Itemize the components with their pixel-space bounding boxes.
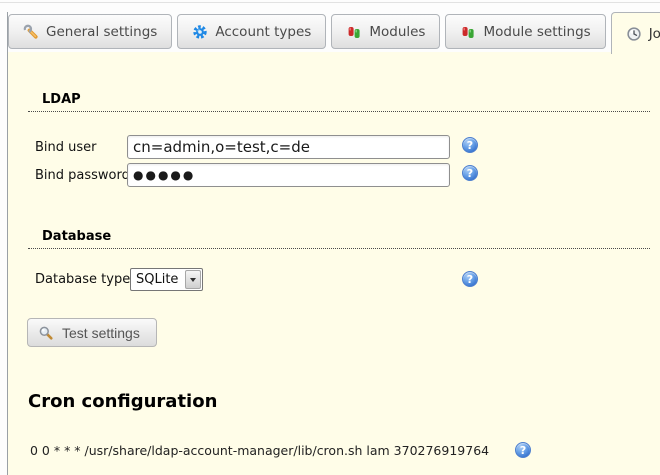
clock-icon xyxy=(626,26,642,42)
database-type-select[interactable]: SQLite xyxy=(130,268,203,291)
tab-account-types[interactable]: Account types xyxy=(177,14,326,49)
tab-label: Module settings xyxy=(483,24,590,40)
tab-label: Modules xyxy=(369,24,425,40)
button-label: Test settings xyxy=(62,325,140,341)
jobs-tab-panel: LDAP Bind user ? Bind password ? Databas… xyxy=(8,52,660,475)
bind-user-help-icon[interactable]: ? xyxy=(462,137,478,153)
test-settings-button[interactable]: Test settings xyxy=(27,318,157,347)
tab-modules[interactable]: Modules xyxy=(331,14,440,49)
cron-entry-row: 0 0 * * * /usr/share/ldap-account-manage… xyxy=(30,442,531,458)
bind-user-label: Bind user xyxy=(35,140,97,156)
help-glyph: ? xyxy=(467,167,473,180)
bind-password-label: Bind password xyxy=(35,168,130,184)
module-settings-icon xyxy=(460,24,476,40)
cron-entry-text: 0 0 * * * /usr/share/ldap-account-manage… xyxy=(30,443,489,458)
cron-configuration-heading: Cron configuration xyxy=(28,391,217,412)
help-glyph: ? xyxy=(467,273,473,286)
database-type-selected-value: SQLite xyxy=(131,272,184,287)
help-glyph: ? xyxy=(520,444,526,457)
database-type-help-icon[interactable]: ? xyxy=(462,271,478,287)
tab-label: Account types xyxy=(215,24,311,40)
top-divider xyxy=(0,2,660,3)
tab-label: Jobs xyxy=(649,26,660,42)
tab-jobs[interactable]: Jobs xyxy=(611,12,660,54)
modules-icon xyxy=(346,24,362,40)
help-glyph: ? xyxy=(467,139,473,152)
tab-general-settings[interactable]: General settings xyxy=(8,14,172,49)
tab-label: General settings xyxy=(46,24,157,40)
database-type-label: Database type xyxy=(35,272,130,288)
database-section-heading: Database xyxy=(28,230,650,249)
bind-user-input[interactable] xyxy=(127,135,450,159)
ldap-section-heading: LDAP xyxy=(28,93,650,112)
gear-icon xyxy=(192,24,208,40)
settings-tab-bar: General settings Account types Modules xyxy=(8,14,660,54)
cron-help-icon[interactable]: ? xyxy=(515,442,531,458)
bind-password-input[interactable] xyxy=(127,163,450,187)
bind-password-help-icon[interactable]: ? xyxy=(462,165,478,181)
magnifier-icon xyxy=(38,325,54,341)
select-dropdown-button[interactable] xyxy=(185,270,201,289)
wrench-icon xyxy=(23,24,39,40)
tab-module-settings[interactable]: Module settings xyxy=(445,14,605,49)
chevron-down-icon xyxy=(190,278,196,282)
